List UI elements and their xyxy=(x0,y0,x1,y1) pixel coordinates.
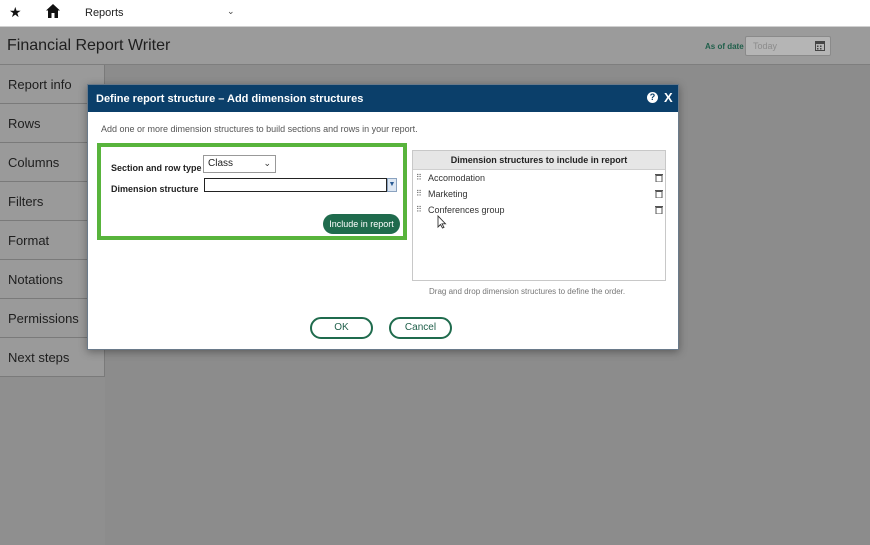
page-header: Financial Report Writer As of date Today xyxy=(0,27,870,65)
panel-hint: Drag and drop dimension structures to de… xyxy=(429,287,626,296)
dialog-description: Add one or more dimension structures to … xyxy=(101,124,418,134)
structure-name: Conferences group xyxy=(428,205,505,215)
dialog-header: Define report structure – Add dimension … xyxy=(88,85,678,112)
calendar-icon[interactable] xyxy=(815,40,825,51)
dropdown-arrow-icon[interactable]: ▼ xyxy=(387,178,397,192)
define-structure-dialog: Define report structure – Add dimension … xyxy=(87,84,679,350)
date-placeholder: Today xyxy=(753,41,778,51)
home-icon[interactable] xyxy=(45,3,61,19)
breadcrumb-reports[interactable]: Reports xyxy=(85,7,124,19)
include-in-report-button[interactable]: Include in report xyxy=(323,214,400,234)
list-item[interactable]: ⠿ Conferences group xyxy=(413,202,665,218)
structure-name: Marketing xyxy=(428,189,468,199)
dimension-structure-input[interactable] xyxy=(204,178,387,192)
as-of-date-label: As of date xyxy=(705,42,744,51)
highlight-frame: Section and row type Class ⌄ Dimension s… xyxy=(97,143,407,240)
chevron-down-icon: ⌄ xyxy=(263,158,271,168)
structure-name: Accomodation xyxy=(428,173,486,183)
help-icon[interactable]: ? xyxy=(647,92,658,103)
favorites-star-icon[interactable]: ★ xyxy=(9,4,22,21)
structures-panel: Dimension structures to include in repor… xyxy=(412,150,666,281)
chevron-down-icon[interactable]: ⌄ xyxy=(227,6,235,17)
top-nav-bar: ★ Reports ⌄ xyxy=(0,0,870,27)
trash-icon[interactable] xyxy=(655,205,663,214)
panel-title: Dimension structures to include in repor… xyxy=(413,151,665,170)
drag-handle-icon[interactable]: ⠿ xyxy=(416,173,422,182)
list-item[interactable]: ⠿ Marketing xyxy=(413,186,665,202)
close-icon[interactable]: X xyxy=(664,90,673,105)
dimension-structure-label: Dimension structure xyxy=(111,184,199,194)
section-row-type-select[interactable]: Class ⌄ xyxy=(203,155,276,173)
list-item[interactable]: ⠿ Accomodation xyxy=(413,170,665,186)
ok-button[interactable]: OK xyxy=(310,317,373,339)
section-row-type-label: Section and row type xyxy=(111,163,202,173)
mouse-cursor-icon xyxy=(437,215,447,229)
section-row-type-value: Class xyxy=(208,158,234,169)
trash-icon[interactable] xyxy=(655,189,663,198)
drag-handle-icon[interactable]: ⠿ xyxy=(416,205,422,214)
page-title: Financial Report Writer xyxy=(7,37,171,54)
as-of-date-input[interactable]: Today xyxy=(745,36,831,56)
trash-icon[interactable] xyxy=(655,173,663,182)
drag-handle-icon[interactable]: ⠿ xyxy=(416,189,422,198)
cancel-button[interactable]: Cancel xyxy=(389,317,452,339)
dialog-title: Define report structure – Add dimension … xyxy=(96,93,364,105)
